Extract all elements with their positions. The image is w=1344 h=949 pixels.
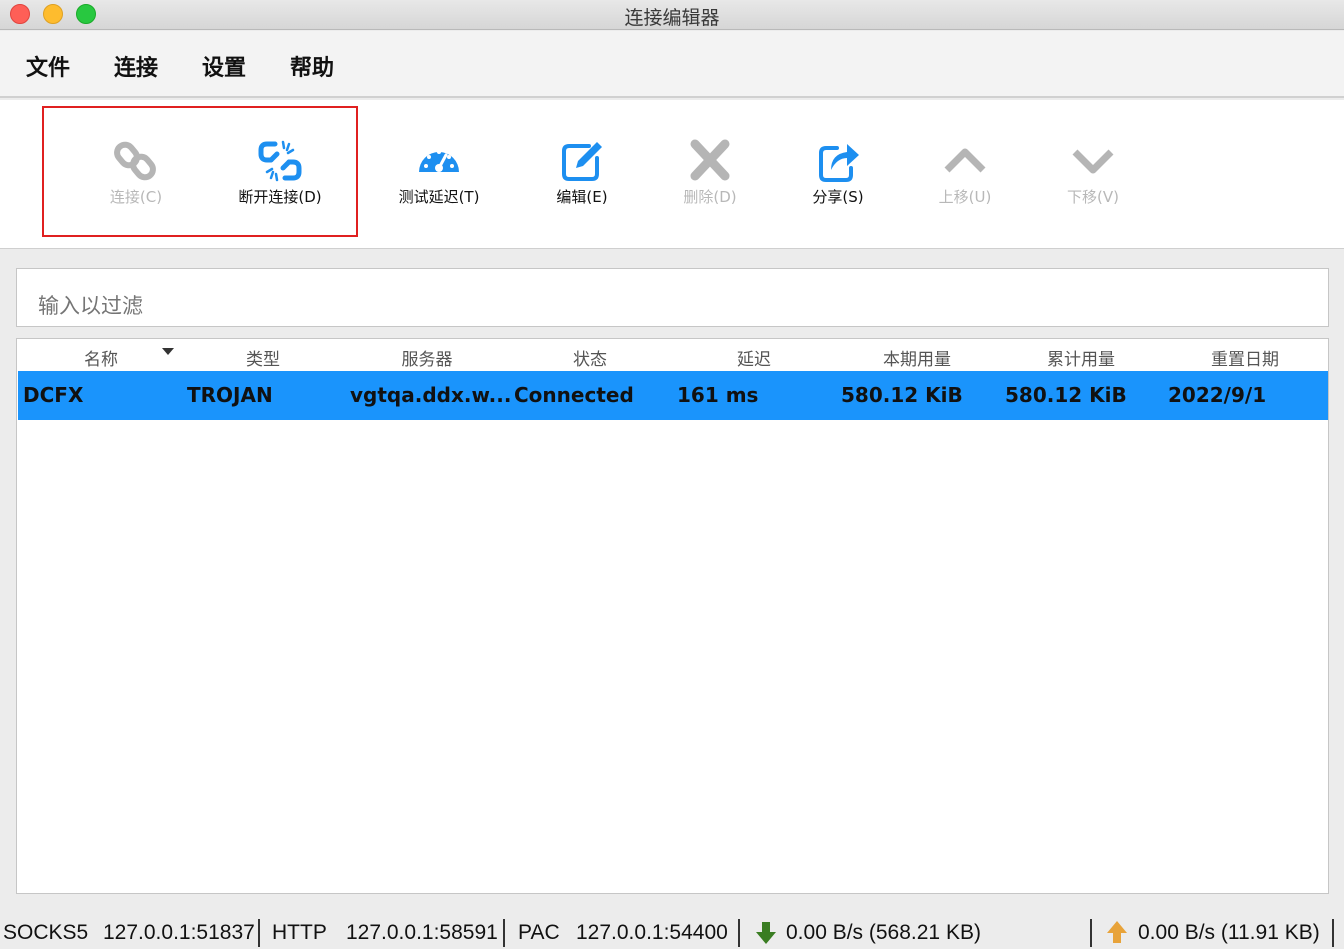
menu-connect[interactable]: 连接 [114,50,158,82]
column-header-reset-date[interactable]: 重置日期 [1207,345,1283,370]
move-up-label: 上移(U) [938,188,992,206]
pac-label: PAC [518,921,560,944]
edit-label: 编辑(E) [556,188,608,206]
status-bar: SOCKS5 127.0.0.1:51837 HTTP 127.0.0.1:58… [0,915,1344,949]
move-down-button[interactable]: 下移(V) [1033,138,1153,207]
status-divider [503,919,505,947]
cell-name: DCFX [23,383,84,407]
disconnect-button[interactable]: 断开连接(D) [220,138,340,207]
sort-descending-icon [162,348,174,355]
cell-reset-date: 2022/9/1 [1168,383,1267,407]
socks-address: 127.0.0.1:51837 [103,921,255,944]
cell-total-usage: 580.12 KiB [1005,383,1127,407]
move-up-button[interactable]: 上移(U) [905,138,1025,207]
delete-button[interactable]: 删除(D) [650,138,770,207]
move-down-label: 下移(V) [1067,188,1119,206]
column-header-total-usage[interactable]: 累计用量 [1043,345,1119,370]
table-row[interactable]: DCFX TROJAN vgtqa.ddx.w... Connected 161… [18,371,1328,420]
download-arrow-icon [756,922,776,944]
upload-speed: 0.00 B/s (11.91 KB) [1138,921,1320,944]
column-header-server[interactable]: 服务器 [397,345,457,370]
column-header-latency[interactable]: 延迟 [734,345,774,370]
toolbar: 连接(C) 断开连接(D) 测试延迟(T) 编辑(E) 删除(D) 分享(S) … [0,100,1344,249]
speedometer-icon [419,150,459,172]
connect-button[interactable]: 连接(C) [76,138,196,207]
share-icon [819,144,859,182]
test-latency-label: 测试延迟(T) [398,188,480,206]
x-icon [690,139,730,181]
socks-label: SOCKS5 [3,921,89,944]
title-bar: 连接编辑器 [0,0,1344,30]
column-header-period-usage[interactable]: 本期用量 [879,345,955,370]
status-divider [1332,919,1334,947]
download-speed: 0.00 B/s (568.21 KB) [786,921,981,944]
connection-table: 名称 类型 服务器 状态 延迟 本期用量 累计用量 重置日期 DCFX TROJ… [16,338,1329,894]
cell-latency: 161 ms [677,383,759,407]
menu-settings[interactable]: 设置 [202,50,246,82]
status-divider [258,919,260,947]
edit-button[interactable]: 编辑(E) [522,138,642,207]
cell-type: TROJAN [187,383,273,407]
broken-link-icon [258,140,302,182]
cell-period-usage: 580.12 KiB [841,383,963,407]
status-divider [1090,919,1092,947]
share-label: 分享(S) [812,188,864,206]
column-header-name[interactable]: 名称 [81,345,121,370]
http-address: 127.0.0.1:58591 [346,921,498,944]
main-area: 名称 类型 服务器 状态 延迟 本期用量 累计用量 重置日期 DCFX TROJ… [0,250,1344,915]
column-header-status[interactable]: 状态 [570,345,610,370]
chevron-down-icon [1072,149,1114,174]
edit-icon [562,142,602,181]
disconnect-label: 断开连接(D) [238,188,322,206]
cell-status: Connected [514,383,634,407]
menu-file[interactable]: 文件 [26,50,70,82]
test-latency-button[interactable]: 测试延迟(T) [379,138,499,207]
menu-help[interactable]: 帮助 [290,50,334,82]
chevron-up-icon [944,148,986,173]
cell-server: vgtqa.ddx.w... [350,383,512,407]
upload-arrow-icon [1107,921,1127,943]
delete-label: 删除(D) [683,188,737,206]
pac-address: 127.0.0.1:54400 [576,921,728,944]
window-title: 连接编辑器 [624,7,720,29]
filter-input[interactable] [16,268,1329,327]
menu-bar: 文件 连接 设置 帮助 [0,31,1344,98]
table-header: 名称 类型 服务器 状态 延迟 本期用量 累计用量 重置日期 [17,339,1328,371]
column-header-type[interactable]: 类型 [243,345,283,370]
link-icon [114,141,156,181]
connect-label: 连接(C) [109,188,163,206]
share-button[interactable]: 分享(S) [778,138,898,207]
status-divider [738,919,740,947]
http-label: HTTP [272,921,327,944]
